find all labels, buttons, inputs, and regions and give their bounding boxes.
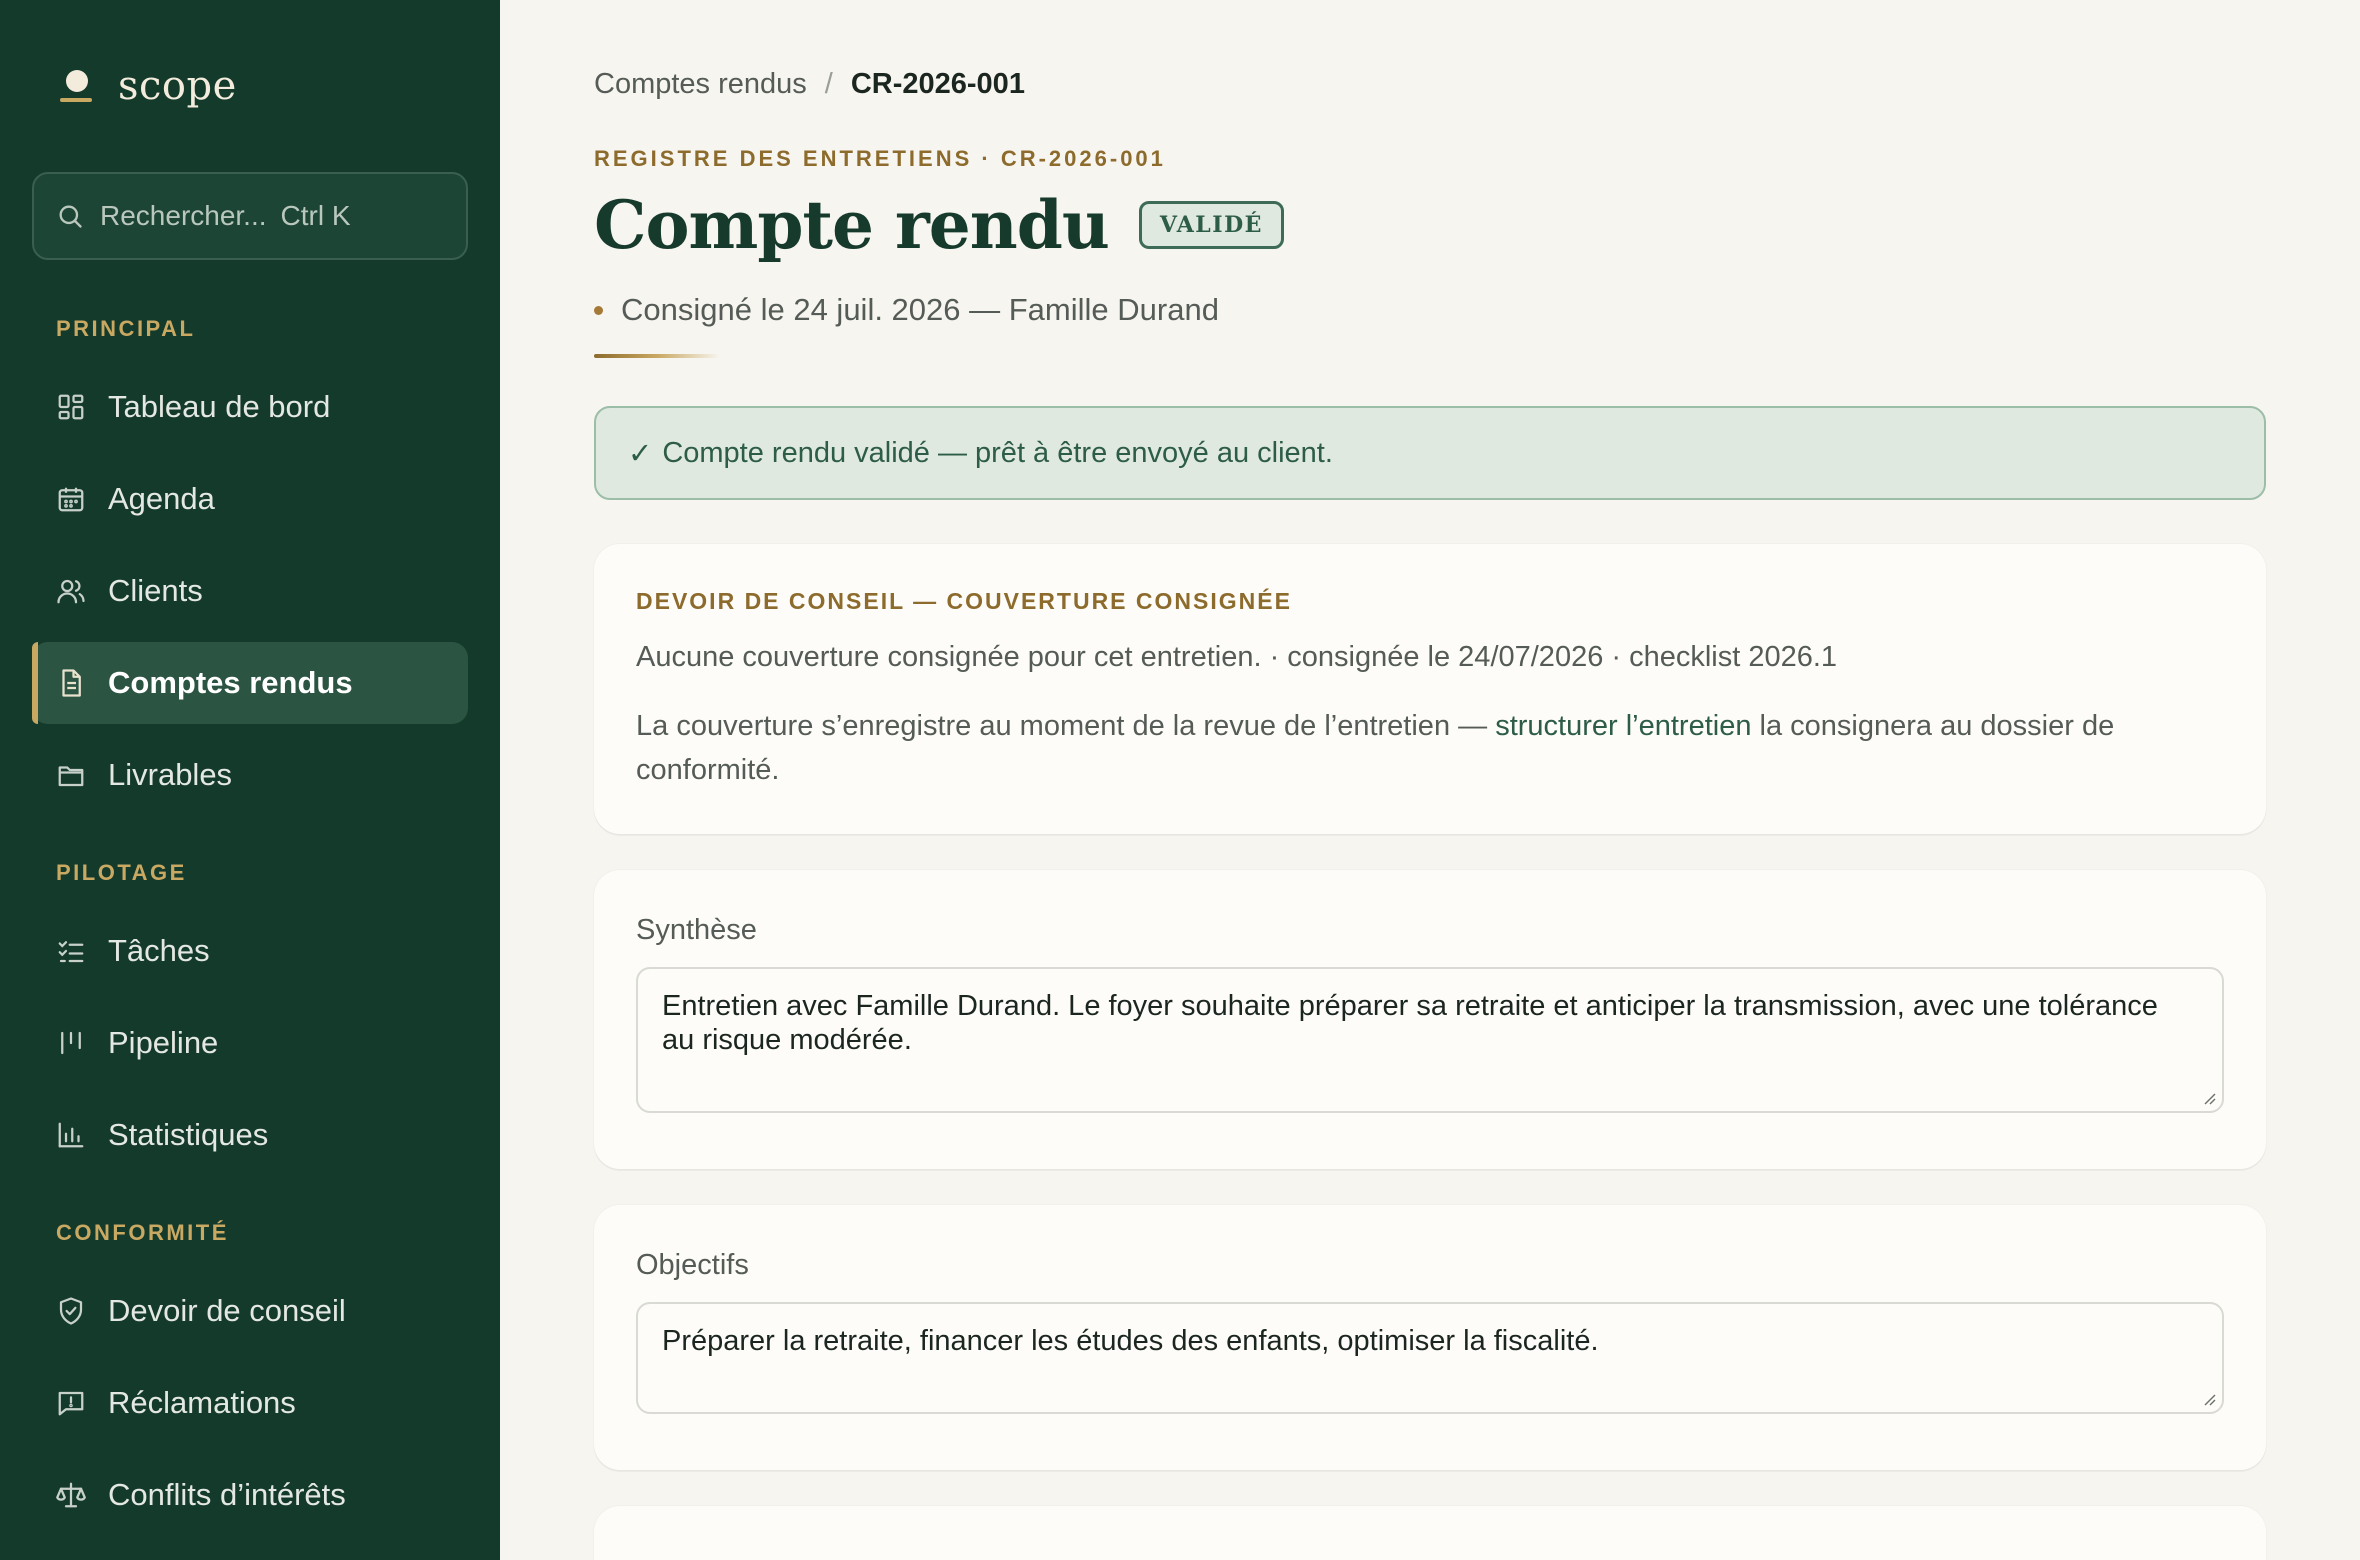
message-alert-icon — [58, 1391, 84, 1416]
sidebar-item-label: Conflits d’intérêts — [108, 1477, 346, 1512]
breadcrumb-separator: / — [824, 67, 833, 100]
sidebar-item-tableau-de-bord[interactable]: Tableau de bord — [32, 366, 468, 448]
calendar-icon — [58, 487, 84, 512]
checklist-icon — [58, 941, 84, 963]
sidebar-item-pipeline[interactable]: Pipeline — [32, 1002, 468, 1084]
sidebar-item-label: Agenda — [108, 481, 215, 516]
devoir-de-conseil-card: DEVOIR DE CONSEIL — COUVERTURE CONSIGNÉE… — [594, 544, 2266, 834]
sidebar-item-livrables[interactable]: Livrables — [32, 734, 468, 816]
search-input[interactable]: Rechercher... Ctrl K — [32, 172, 468, 260]
sidebar-item-label: Livrables — [108, 757, 233, 792]
search-icon — [59, 205, 82, 228]
brand-name: scope — [118, 63, 237, 109]
breadcrumb: Comptes rendus / CR-2026-001 — [594, 62, 2266, 106]
sidebar-section-pilotage: PILOTAGE — [56, 860, 187, 885]
synthese-textarea[interactable]: Entretien avec Famille Durand. Le foyer … — [636, 967, 2224, 1113]
objectifs-textarea[interactable]: Préparer la retraite, financer les étude… — [636, 1302, 2224, 1414]
breadcrumb-parent-link[interactable]: Comptes rendus — [594, 68, 807, 101]
bar-chart-icon — [58, 1122, 84, 1148]
next-card — [594, 1506, 2266, 1560]
resize-grip-icon[interactable] — [2202, 1091, 2216, 1105]
brand-logo-icon — [56, 66, 96, 106]
sidebar-item-label: Clients — [108, 573, 203, 608]
sidebar-item-reclamations[interactable]: Réclamations — [32, 1362, 468, 1444]
brand[interactable]: scope — [32, 0, 468, 172]
sidebar-item-taches[interactable]: Tâches — [32, 910, 468, 992]
main-content: Comptes rendus / CR-2026-001 REGISTRE DE… — [500, 0, 2360, 1560]
title-row: Compte rendu VALIDÉ — [594, 186, 2266, 264]
alert-text: Compte rendu validé — prêt à être envoyé… — [662, 436, 1333, 469]
sidebar-item-label: Tableau de bord — [108, 389, 331, 424]
sidebar-section-principal: PRINCIPAL — [56, 316, 196, 341]
card-coverage-line: Aucune couverture consignée pour cet ent… — [636, 641, 1838, 673]
pipeline-icon — [61, 1031, 81, 1055]
synthese-value: Entretien avec Famille Durand. Le foyer … — [662, 990, 2158, 1056]
sidebar-item-comptes-rendus[interactable]: Comptes rendus — [32, 642, 468, 724]
objectifs-label: Objectifs — [636, 1249, 749, 1281]
app-root: scope Rechercher... Ctrl K PRINCIPAL Tab… — [0, 0, 2360, 1560]
shield-check-icon — [59, 1297, 83, 1325]
sidebar-item-statistiques[interactable]: Statistiques — [32, 1094, 468, 1176]
sidebar-item-label: Statistiques — [108, 1117, 269, 1152]
sidebar-item-label: Réclamations — [108, 1385, 296, 1420]
card-paragraph: La couverture s’enregistre au moment de … — [636, 704, 2224, 792]
check-icon: ✓ — [628, 437, 653, 470]
search-shortcut: Ctrl K — [280, 200, 351, 231]
card-label: DEVOIR DE CONSEIL — COUVERTURE CONSIGNÉE — [636, 588, 1292, 614]
scale-icon — [56, 1482, 86, 1508]
success-alert: ✓ Compte rendu validé — prêt à être envo… — [594, 406, 2266, 500]
sidebar-item-label: Tâches — [108, 933, 210, 968]
resize-grip-icon[interactable] — [2202, 1392, 2216, 1406]
title-underline — [594, 354, 720, 358]
objectifs-card: Objectifs Préparer la retraite, financer… — [594, 1205, 2266, 1470]
synthese-card: Synthèse Entretien avec Famille Durand. … — [594, 870, 2266, 1169]
folder-icon — [58, 766, 84, 787]
sidebar-item-devoir-de-conseil[interactable]: Devoir de conseil — [32, 1270, 468, 1352]
document-icon — [62, 669, 81, 697]
users-icon — [57, 579, 85, 604]
dashboard-icon — [58, 394, 84, 420]
page-meta: Consigné le 24 juil. 2026 — Famille Dura… — [594, 292, 2266, 328]
sidebar-section-conformite: CONFORMITÉ — [56, 1220, 229, 1245]
search-placeholder: Rechercher... — [100, 200, 267, 231]
objectifs-value: Préparer la retraite, financer les étude… — [662, 1325, 1599, 1357]
page-eyebrow: REGISTRE DES ENTRETIENS · CR-2026-001 — [594, 146, 1166, 171]
status-badge: VALIDÉ — [1138, 201, 1284, 249]
sidebar-item-conflits-d-interets[interactable]: Conflits d’intérêts — [32, 1454, 468, 1536]
sidebar: scope Rechercher... Ctrl K PRINCIPAL Tab… — [0, 0, 500, 1560]
synthese-label: Synthèse — [636, 914, 757, 946]
meta-text: Consigné le 24 juil. 2026 — Famille Dura… — [621, 292, 1219, 327]
structurer-entretien-link[interactable]: structurer l’entretien — [1495, 710, 1751, 742]
sidebar-item-label: Comptes rendus — [108, 665, 353, 700]
meta-bullet-icon — [594, 305, 603, 315]
sidebar-item-label: Pipeline — [108, 1025, 219, 1060]
card-paragraph-before: La couverture s’enregistre au moment de … — [636, 710, 1496, 742]
sidebar-item-clients[interactable]: Clients — [32, 550, 468, 632]
breadcrumb-current: CR-2026-001 — [850, 67, 1025, 100]
sidebar-item-agenda[interactable]: Agenda — [32, 458, 468, 540]
page-title: Compte rendu — [594, 186, 1110, 264]
sidebar-item-label: Devoir de conseil — [108, 1293, 346, 1328]
